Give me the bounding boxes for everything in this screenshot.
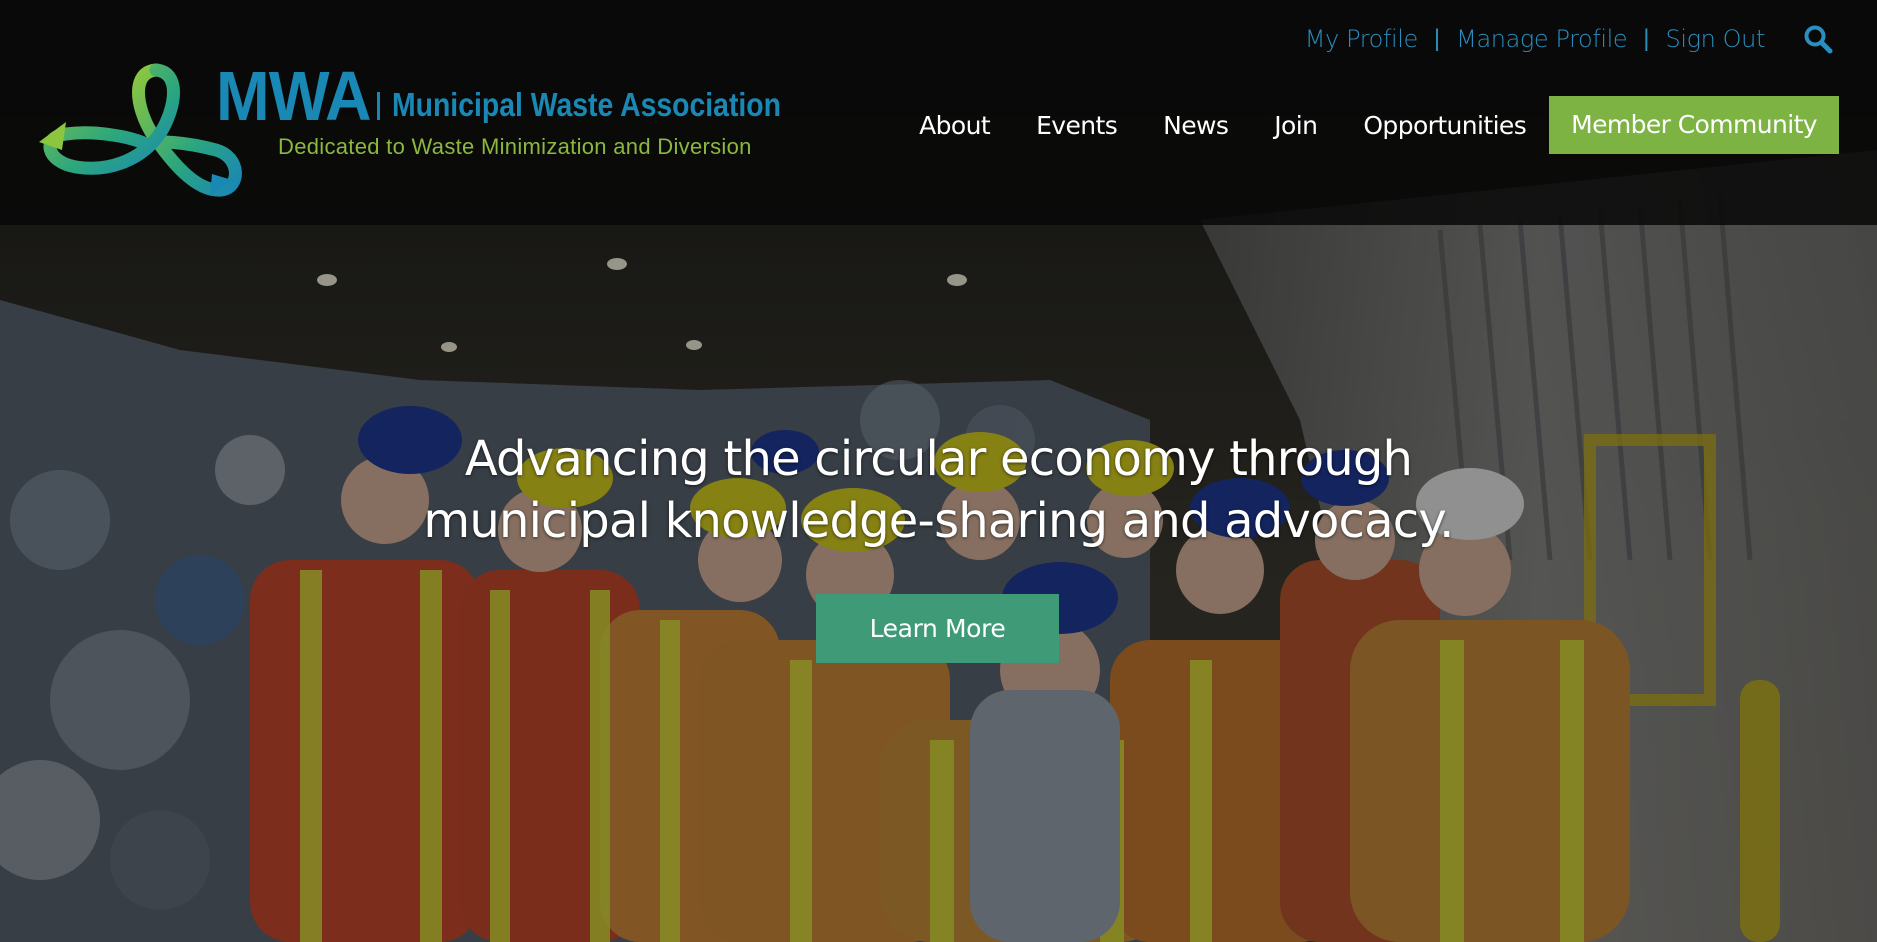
nav-events[interactable]: Events bbox=[1036, 111, 1118, 140]
logo-organization-name: Municipal Waste Association bbox=[392, 86, 781, 123]
site-logo[interactable]: MWA Municipal Waste Association Dedicate… bbox=[36, 57, 796, 203]
my-profile-link[interactable]: My Profile bbox=[1305, 25, 1419, 53]
logo-tagline: Dedicated to Waste Minimization and Dive… bbox=[278, 134, 752, 159]
main-nav: About Events News Join Opportunities Mem… bbox=[896, 96, 1839, 154]
member-community-button[interactable]: Member Community bbox=[1549, 96, 1839, 154]
manage-profile-link[interactable]: Manage Profile bbox=[1456, 25, 1628, 53]
nav-opportunities[interactable]: Opportunities bbox=[1363, 111, 1526, 140]
site-header: MWA Municipal Waste Association Dedicate… bbox=[0, 0, 1877, 225]
logo-divider bbox=[377, 92, 380, 120]
utility-divider: | bbox=[1433, 25, 1441, 52]
utility-nav: My Profile | Manage Profile | Sign Out bbox=[1305, 24, 1833, 54]
nav-about[interactable]: About bbox=[919, 111, 991, 140]
logo-abbreviation: MWA bbox=[216, 57, 372, 135]
sign-out-link[interactable]: Sign Out bbox=[1666, 25, 1766, 53]
hero-headline: Advancing the circular economy through m… bbox=[0, 428, 1877, 552]
nav-news[interactable]: News bbox=[1163, 111, 1229, 140]
hero-headline-line1: Advancing the circular economy through bbox=[464, 431, 1413, 487]
utility-divider: | bbox=[1643, 25, 1650, 52]
search-icon[interactable] bbox=[1803, 24, 1833, 54]
nav-join[interactable]: Join bbox=[1274, 111, 1318, 140]
hero-headline-line2: municipal knowledge-sharing and advocacy… bbox=[423, 493, 1454, 549]
learn-more-button[interactable]: Learn More bbox=[816, 594, 1059, 663]
